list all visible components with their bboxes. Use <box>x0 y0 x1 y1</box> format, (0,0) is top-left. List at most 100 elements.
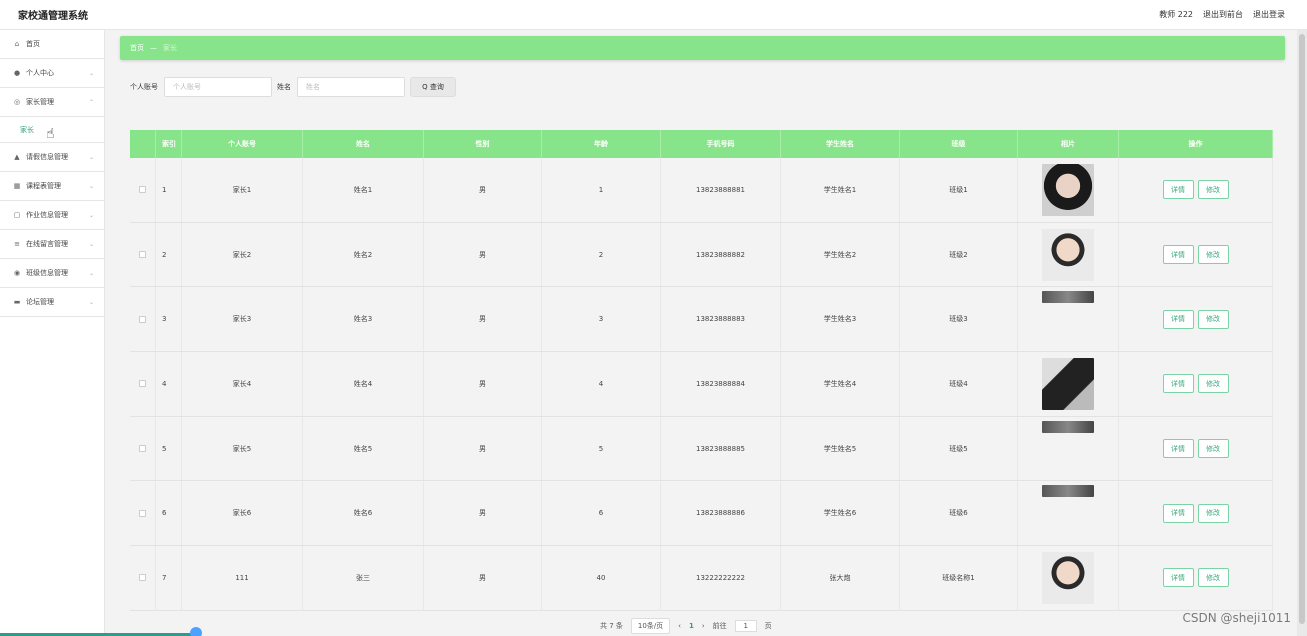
front-link[interactable]: 退出到前台 <box>1203 9 1243 20</box>
prev-page-icon[interactable]: ‹ <box>678 622 681 630</box>
search-bar: 个人账号 姓名 Q 查询 <box>130 77 456 97</box>
row-checkbox[interactable] <box>139 509 146 517</box>
cell-phone: 13222222222 <box>661 546 781 610</box>
table-body: 1 家长1 姓名1 男 1 13823888881 学生姓名1 班级1 详情 修改 2 家长2 姓名2 男… <box>130 158 1273 611</box>
logout-link[interactable]: 退出登录 <box>1253 9 1285 20</box>
cell-idx: 4 <box>156 352 182 416</box>
row-checkbox[interactable] <box>139 574 146 582</box>
task-icon: ▢ <box>13 211 21 219</box>
top-bar: 家校通管理系统 教师 222 退出到前台 退出登录 <box>0 0 1307 30</box>
sidebar-item-2[interactable]: ◎ 家长管理 ⌃ <box>0 88 104 117</box>
photo-thumbnail <box>1042 291 1094 304</box>
table-row: 5 家长5 姓名5 男 5 13823888885 学生姓名5 班级5 详情 修改 <box>130 416 1273 482</box>
query-button[interactable]: Q 查询 <box>410 77 456 97</box>
edit-button[interactable]: 修改 <box>1197 374 1229 394</box>
detail-button[interactable]: 详情 <box>1162 503 1194 523</box>
parent-table: 索引 个人账号 姓名 性别 年龄 手机号码 学生姓名 班级 相片 操作 1 家长1 姓名1 男 1 1382… <box>130 130 1273 611</box>
table-row: 6 家长6 姓名6 男 6 13823888886 学生姓名6 班级6 详情 修改 <box>130 481 1273 547</box>
cell-photo <box>1018 158 1119 222</box>
cell-class: 班级名称1 <box>900 546 1018 610</box>
account-input[interactable] <box>164 77 272 97</box>
row-checkbox[interactable] <box>139 315 146 323</box>
edit-button[interactable]: 修改 <box>1197 309 1229 329</box>
cell-name: 姓名3 <box>303 287 424 352</box>
breadcrumb-current: 家长 <box>163 44 177 52</box>
cell-actions: 详情 修改 <box>1119 352 1273 416</box>
cell-actions: 详情 修改 <box>1119 222 1273 287</box>
detail-button[interactable]: 详情 <box>1162 309 1194 329</box>
table-row: 2 家长2 姓名2 男 2 13823888882 学生姓名2 班级2 详情 修改 <box>130 222 1273 288</box>
cell-student: 学生姓名3 <box>781 287 900 352</box>
goto-input[interactable]: 1 <box>734 620 757 632</box>
photo-thumbnail <box>1042 357 1094 410</box>
cell-student: 学生姓名2 <box>781 222 900 287</box>
sidebar-item-4[interactable]: ▦ 课程表管理 ⌄ <box>0 172 104 201</box>
next-page-icon[interactable]: › <box>702 622 705 630</box>
cell-account: 111 <box>182 546 303 610</box>
cell-account: 家长5 <box>182 416 303 481</box>
cell-photo <box>1018 416 1119 481</box>
detail-button[interactable]: 详情 <box>1162 439 1194 459</box>
app-title: 家校通管理系统 <box>18 11 88 22</box>
cell-sex: 男 <box>424 546 542 610</box>
sidebar-item-3[interactable]: ▲ 请假信息管理 ⌄ <box>0 143 104 172</box>
cell-age: 6 <box>542 481 661 546</box>
page-unit: 页 <box>764 622 772 630</box>
cell-phone: 13823888884 <box>661 352 781 416</box>
table-row: 3 家长3 姓名3 男 3 13823888883 学生姓名3 班级3 详情 修改 <box>130 287 1273 353</box>
column-header-0[interactable] <box>130 130 156 158</box>
cell-photo <box>1018 546 1119 610</box>
row-checkbox[interactable] <box>139 251 146 259</box>
scrollbar-thumb[interactable] <box>1299 34 1305 624</box>
chevron-icon: ⌄ <box>88 240 94 248</box>
row-checkbox[interactable] <box>139 186 146 194</box>
settings-icon: ◎ <box>13 98 21 106</box>
account-label: 个人账号 <box>130 83 158 91</box>
edit-button[interactable]: 修改 <box>1197 439 1229 459</box>
sidebar-item-6[interactable]: ≡ 在线留言管理 ⌄ <box>0 230 104 259</box>
pagination: 共 7 条 10条/页 ‹ 1 › 前往 1 页 <box>600 618 772 634</box>
breadcrumb-home[interactable]: 首页 <box>130 43 144 53</box>
sidebar: ⌂ 首页 ● 个人中心 ⌄ ◎ 家长管理 ⌃ 家长 ▲ 请假信息管理 ⌄ ▦ 课程表管理 ⌄ ▢ 作业信息管理 ⌄… <box>0 30 105 636</box>
row-checkbox-cell <box>130 416 156 481</box>
chevron-icon: ⌄ <box>88 69 94 77</box>
edit-button[interactable]: 修改 <box>1197 568 1229 588</box>
row-checkbox[interactable] <box>139 380 146 388</box>
leave-icon: ▲ <box>14 153 20 161</box>
cell-class: 班级5 <box>900 416 1018 481</box>
sidebar-item-0[interactable]: ⌂ 首页 <box>0 30 104 59</box>
row-checkbox[interactable] <box>139 445 146 453</box>
column-header-9: 相片 <box>1018 130 1119 158</box>
edit-button[interactable]: 修改 <box>1197 245 1229 265</box>
cell-account: 家长3 <box>182 287 303 352</box>
detail-button[interactable]: 详情 <box>1162 568 1194 588</box>
cell-account: 家长4 <box>182 352 303 416</box>
sidebar-item-8[interactable]: ▬ 论坛管理 ⌄ <box>0 288 104 317</box>
detail-button[interactable]: 详情 <box>1162 180 1194 200</box>
sidebar-item-1[interactable]: ● 个人中心 ⌄ <box>0 59 104 88</box>
list-icon: ≡ <box>14 240 20 248</box>
detail-button[interactable]: 详情 <box>1162 374 1194 394</box>
cell-idx: 3 <box>156 287 182 352</box>
cell-idx: 7 <box>156 546 182 610</box>
sidebar-item-7[interactable]: ◉ 班级信息管理 ⌄ <box>0 259 104 288</box>
edit-button[interactable]: 修改 <box>1197 503 1229 523</box>
cell-actions: 详情 修改 <box>1119 287 1273 352</box>
detail-button[interactable]: 详情 <box>1162 245 1194 265</box>
floating-dot-icon[interactable] <box>190 627 202 636</box>
photo-thumbnail <box>1042 163 1094 216</box>
vertical-scrollbar[interactable] <box>1297 30 1307 636</box>
cell-age: 3 <box>542 287 661 352</box>
current-page[interactable]: 1 <box>689 622 694 630</box>
name-input[interactable] <box>297 77 405 97</box>
cell-idx: 2 <box>156 222 182 287</box>
sidebar-item-5[interactable]: ▢ 作业信息管理 ⌄ <box>0 201 104 230</box>
user-label: 教师 222 <box>1159 10 1193 19</box>
row-checkbox-cell <box>130 352 156 416</box>
cell-sex: 男 <box>424 416 542 481</box>
cell-actions: 详情 修改 <box>1119 158 1273 222</box>
cell-age: 4 <box>542 352 661 416</box>
edit-button[interactable]: 修改 <box>1197 180 1229 200</box>
cell-account: 家长1 <box>182 158 303 222</box>
page-size-select[interactable]: 10条/页 <box>630 618 671 634</box>
